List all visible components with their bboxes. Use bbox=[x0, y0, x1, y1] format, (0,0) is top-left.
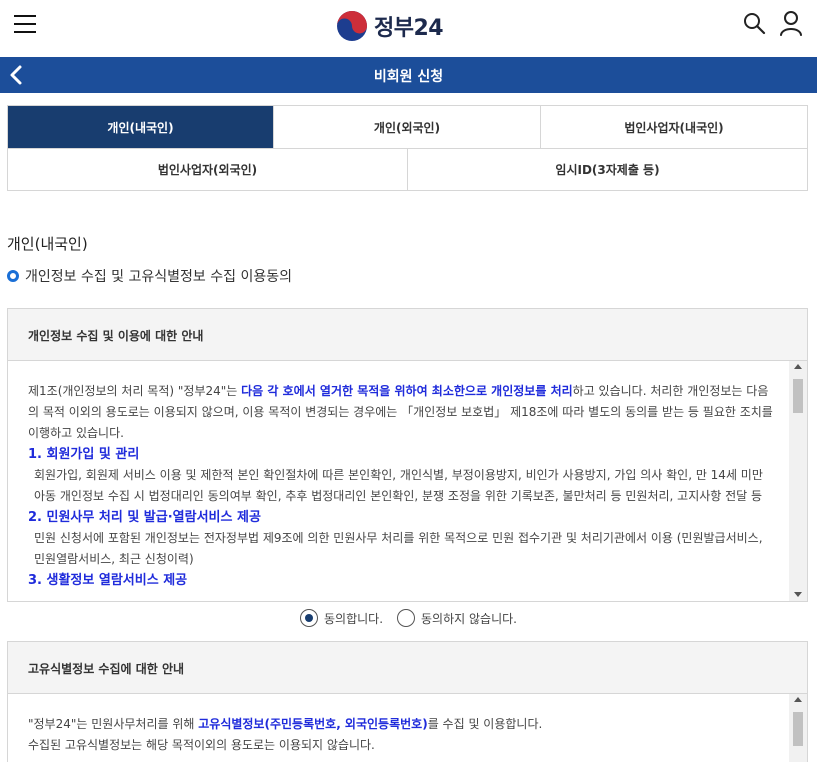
tab-individual-foreigner[interactable]: 개인(외국인) bbox=[274, 106, 541, 149]
item-2-title: 2. 민원사무 처리 및 발급·열람서비스 제공 bbox=[28, 510, 261, 525]
tab-temporary-id[interactable]: 임시ID(3자제출 등) bbox=[408, 149, 807, 190]
scroll-up-arrow-icon[interactable] bbox=[794, 697, 802, 702]
unique-id-notice-title: 고유식별정보 수집에 대한 안내 bbox=[8, 642, 807, 694]
privacy-intro: 제1조(개인정보의 처리 목적) "정부24"는 다음 각 호에서 열거한 목적… bbox=[28, 384, 773, 440]
member-type-tabs: 개인(내국인) 개인(외국인) 법인사업자(내국인) 법인사업자(외국인) 임시… bbox=[7, 105, 808, 191]
page-title-bar: 비회원 신청 bbox=[0, 57, 817, 93]
disagree-radio[interactable]: 동의하지 않습니다. bbox=[397, 609, 517, 627]
tab-corporate-korean[interactable]: 법인사업자(내국인) bbox=[541, 106, 807, 149]
taegeuk-logo-icon bbox=[337, 11, 367, 41]
disagree-label: 동의하지 않습니다. bbox=[421, 611, 517, 626]
site-logo[interactable]: 정부24 bbox=[336, 9, 444, 43]
user-icon[interactable] bbox=[779, 10, 803, 36]
scroll-thumb[interactable] bbox=[793, 379, 803, 413]
agree-radio-circle[interactable] bbox=[300, 609, 318, 627]
tab-corporate-foreigner[interactable]: 법인사업자(외국인) bbox=[8, 149, 408, 190]
consent-radio-group: 동의합니다. 동의하지 않습니다. bbox=[300, 609, 531, 627]
unique-id-notice-body[interactable]: "정부24"는 민원사무처리를 위해 고유식별정보(주민등록번호, 외국인등록번… bbox=[8, 694, 789, 762]
unique-id-line-2: 수집된 고유식별정보는 해당 목적이외의 용도로는 이용되지 않습니다. bbox=[28, 738, 375, 752]
item-1-title: 1. 회원가입 및 관리 bbox=[28, 447, 140, 462]
item-1-text: 회원가입, 회원제 서비스 이용 및 제한적 본인 확인절차에 따른 본인확인,… bbox=[34, 468, 763, 503]
agree-radio[interactable]: 동의합니다. bbox=[300, 609, 383, 627]
top-header: 정부24 bbox=[0, 0, 817, 52]
page-title: 비회원 신청 bbox=[373, 69, 444, 85]
unique-id-collection-notice: 고유식별정보 수집에 대한 안내 "정부24"는 민원사무처리를 위해 고유식별… bbox=[7, 641, 808, 762]
privacy-notice-body[interactable]: 제1조(개인정보의 처리 목적) "정부24"는 다음 각 호에서 열거한 목적… bbox=[8, 361, 789, 601]
privacy-collection-notice: 개인정보 수집 및 이용에 대한 안내 제1조(개인정보의 처리 목적) "정부… bbox=[7, 308, 808, 602]
item-2-text: 민원 신청서에 포함된 개인정보는 전자정부법 제9조에 의한 민원사무 처리를… bbox=[34, 531, 763, 566]
consent-heading: 개인정보 수집 및 고유식별정보 수집 이용동의 bbox=[7, 266, 292, 286]
unique-id-line-1: "정부24"는 민원사무처리를 위해 고유식별정보(주민등록번호, 외국인등록번… bbox=[28, 717, 543, 731]
consent-heading-text: 개인정보 수집 및 고유식별정보 수집 이용동의 bbox=[25, 269, 292, 285]
scroll-up-arrow-icon[interactable] bbox=[794, 364, 802, 369]
item-3-title: 3. 생활정보 열람서비스 제공 bbox=[28, 573, 188, 588]
search-icon[interactable] bbox=[742, 11, 766, 35]
agree-label: 동의합니다. bbox=[324, 611, 384, 626]
section-title: 개인(내국인) bbox=[7, 235, 88, 253]
privacy-notice-title: 개인정보 수집 및 이용에 대한 안내 bbox=[8, 309, 807, 361]
unique-id-notice-scrollbar[interactable] bbox=[789, 694, 807, 762]
scroll-down-arrow-icon[interactable] bbox=[794, 592, 802, 597]
scroll-thumb[interactable] bbox=[793, 712, 803, 746]
privacy-notice-scrollbar[interactable] bbox=[789, 361, 807, 601]
bullet-ring-icon bbox=[7, 270, 19, 282]
disagree-radio-circle[interactable] bbox=[397, 609, 416, 627]
hamburger-menu-icon[interactable] bbox=[14, 14, 36, 34]
tab-individual-korean[interactable]: 개인(내국인) bbox=[8, 106, 274, 149]
logo-text: 정부24 bbox=[374, 16, 444, 41]
